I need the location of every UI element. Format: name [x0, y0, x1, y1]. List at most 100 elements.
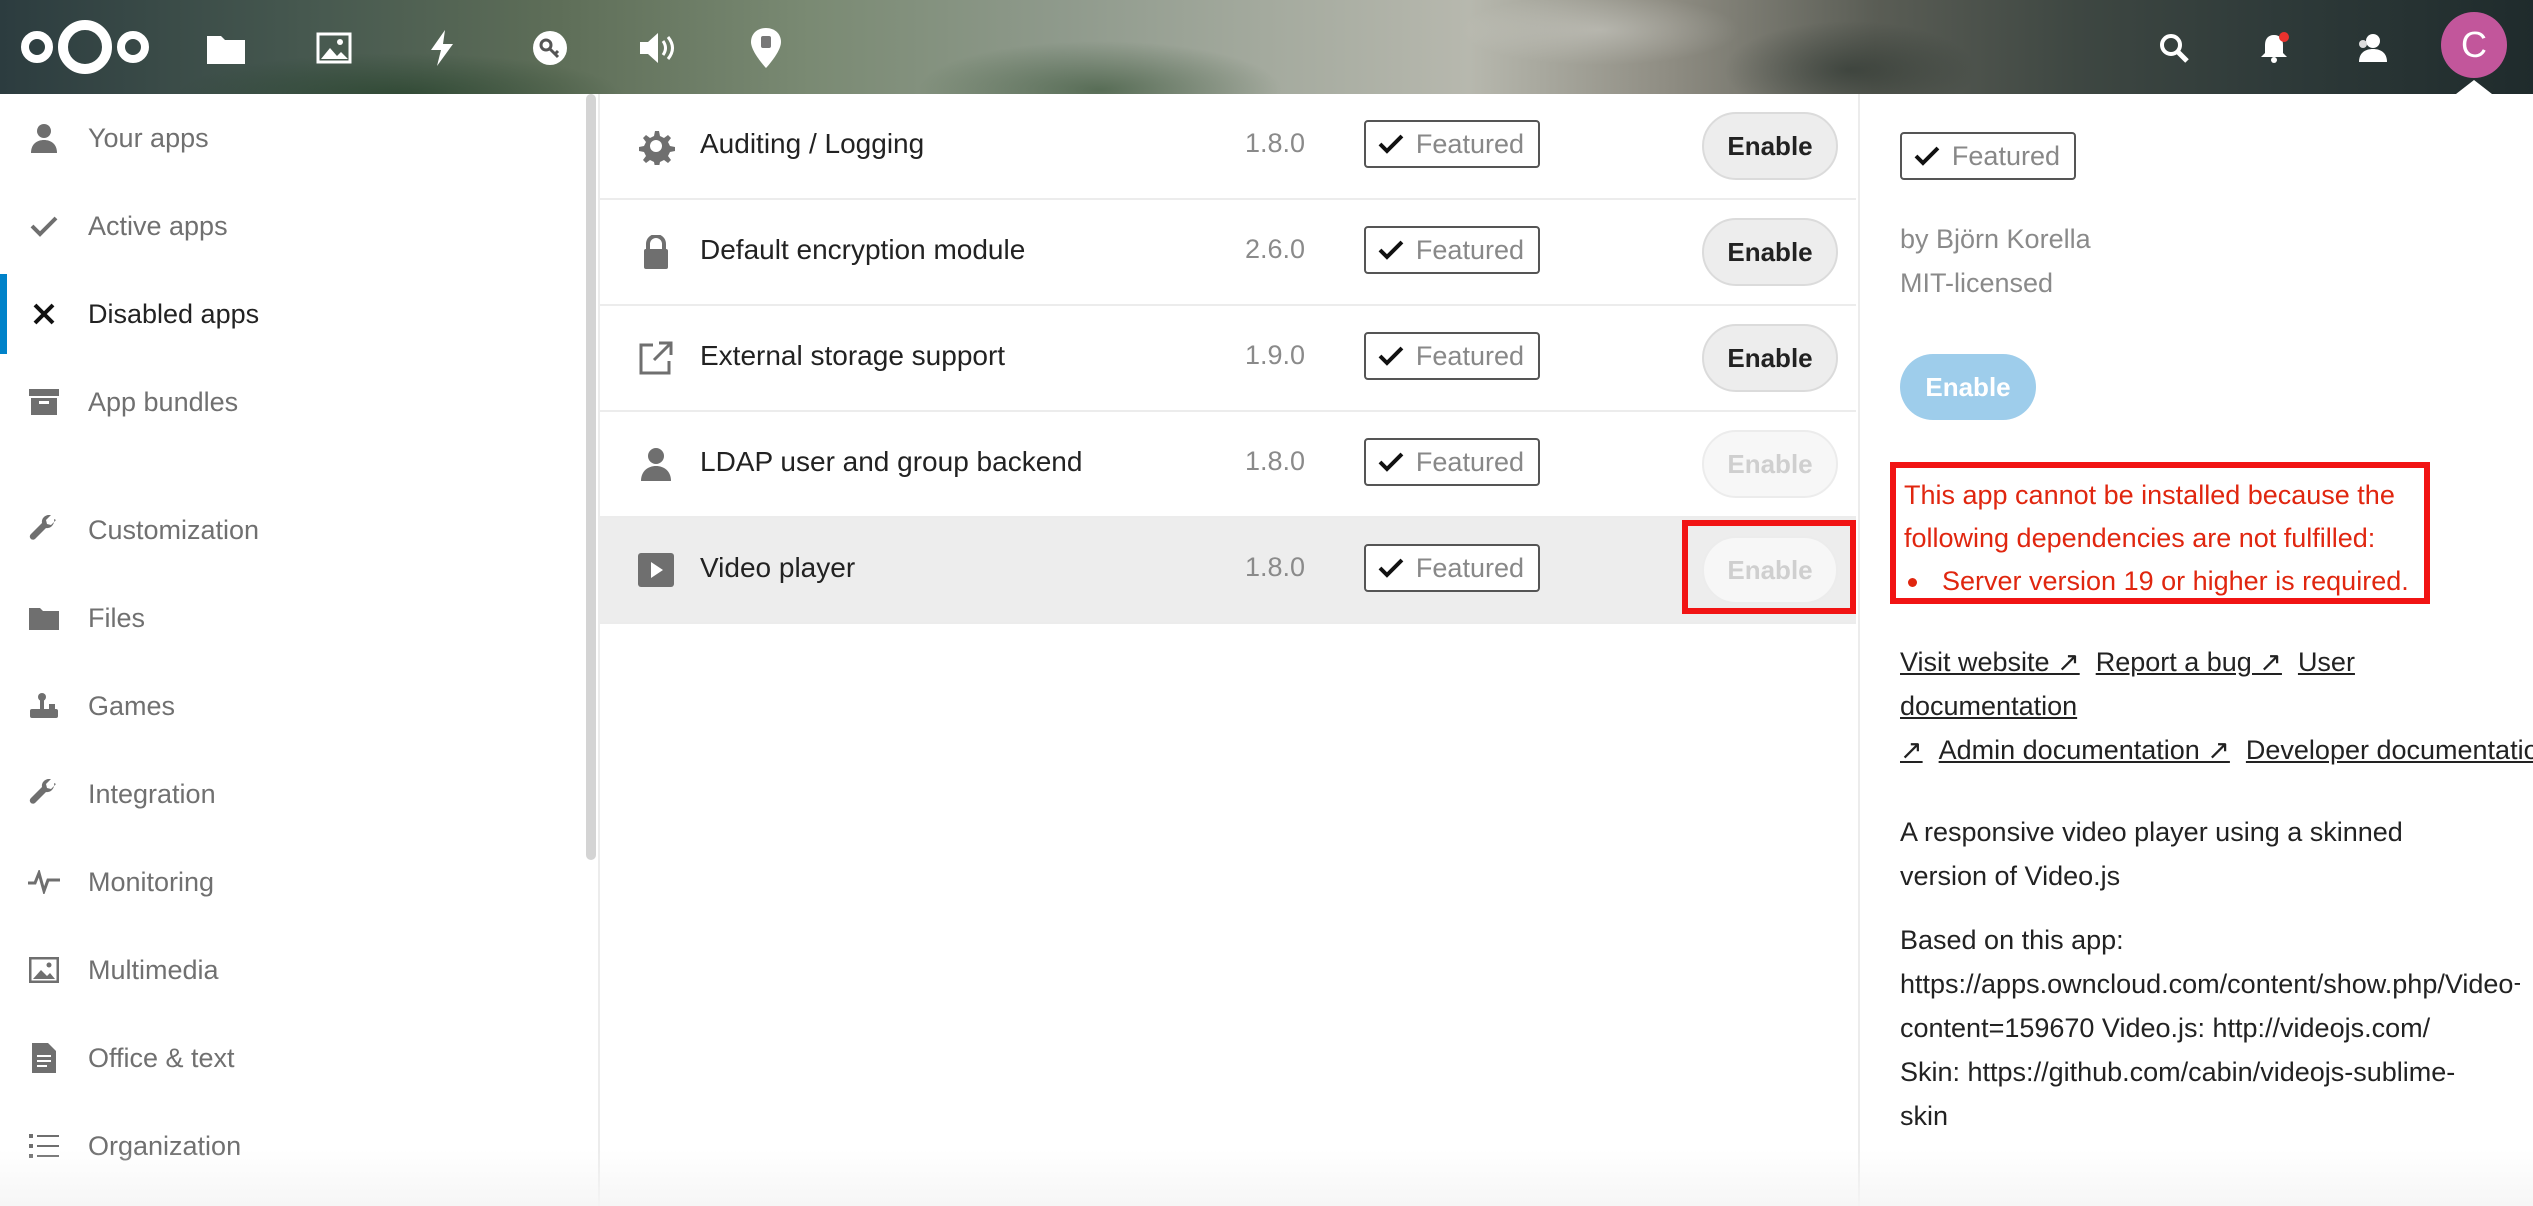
nextcloud-logo-icon[interactable] — [20, 14, 150, 80]
table-row[interactable]: Default encryption module 2.6.0 Featured… — [600, 200, 1856, 306]
badge-label: Featured — [1415, 128, 1524, 159]
photos-icon[interactable] — [304, 18, 364, 78]
sidebar-item-monitoring[interactable]: Monitoring — [0, 838, 580, 926]
visit-website-link[interactable]: Visit website ↗ — [1900, 647, 2080, 677]
badge-label: Featured — [1951, 140, 2060, 171]
sidebar-item-your-apps[interactable]: Your apps — [0, 94, 580, 182]
lock-icon — [636, 232, 676, 272]
table-row[interactable]: Auditing / Logging 1.8.0 Featured Enable — [600, 94, 1856, 200]
enable-button[interactable]: Enable — [1900, 354, 2036, 420]
checkmark-icon — [1378, 240, 1404, 260]
sidebar-item-label: Disabled apps — [88, 298, 260, 329]
sidebar-item-label: Games — [88, 690, 176, 721]
app-based-on: Based on this app: https://apps.owncloud… — [1900, 925, 2520, 1131]
sidebar-item-integration[interactable]: Integration — [0, 750, 580, 838]
app-version: 1.8.0 — [1245, 128, 1306, 158]
sidebar-item-office-text[interactable]: Office & text — [0, 1014, 580, 1102]
app-version: 2.6.0 — [1245, 234, 1306, 264]
sidebar-item-customization[interactable]: Customization — [0, 486, 580, 574]
list-icon — [26, 1128, 62, 1164]
app-name: Default encryption module — [700, 234, 1026, 265]
enable-button[interactable]: Enable — [1702, 430, 1838, 498]
checkmark-icon — [1378, 346, 1404, 366]
checkmark-icon — [1914, 146, 1940, 166]
top-header: C — [0, 0, 2533, 94]
dependency-error: This app cannot be installed because the… — [1890, 462, 2430, 604]
sidebar-item-label: Active apps — [88, 210, 228, 241]
maps-icon[interactable] — [736, 18, 796, 78]
files-icon[interactable] — [196, 18, 256, 78]
app-name: LDAP user and group backend — [700, 446, 1083, 477]
wrench-icon — [26, 776, 62, 812]
notifications-icon[interactable] — [2244, 18, 2304, 78]
activity-icon[interactable] — [412, 18, 472, 78]
archive-icon — [26, 384, 62, 420]
dependency-message-line2: following dependencies are not fulfilled… — [1904, 523, 2376, 553]
search-icon[interactable] — [2144, 18, 2204, 78]
developer-documentation-link[interactable]: Developer documentation ↗ — [2246, 735, 2533, 765]
app-author: by Björn Korella — [1900, 224, 2091, 254]
sidebar-item-label: Your apps — [88, 122, 209, 153]
contacts-icon[interactable] — [2342, 18, 2402, 78]
badge-label: Featured — [1415, 234, 1524, 265]
table-row[interactable]: LDAP user and group backend 1.8.0 Featur… — [600, 412, 1856, 518]
badge-label: Featured — [1415, 340, 1524, 371]
featured-badge: Featured — [1364, 544, 1540, 592]
avatar-letter: C — [2461, 24, 2487, 65]
enable-button[interactable]: Enable — [1702, 324, 1838, 392]
joystick-icon — [26, 688, 62, 724]
menu-caret — [2456, 80, 2492, 94]
checkmark-icon — [1378, 558, 1404, 578]
featured-badge: Featured — [1364, 332, 1540, 380]
sidebar-item-label: Files — [88, 602, 146, 633]
user-avatar[interactable]: C — [2441, 12, 2507, 78]
app-license: MIT-licensed — [1900, 268, 2054, 298]
gear-icon — [636, 126, 676, 166]
table-row-selected[interactable]: Video player 1.8.0 Featured Enable — [600, 518, 1856, 624]
sidebar-item-organization[interactable]: Organization — [0, 1102, 580, 1190]
table-row[interactable]: External storage support 1.9.0 Featured … — [600, 306, 1856, 412]
sidebar-item-label: Monitoring — [88, 866, 215, 897]
enable-button[interactable]: Enable — [1702, 112, 1838, 180]
sidebar-item-multimedia[interactable]: Multimedia — [0, 926, 580, 1014]
sidebar-item-active-apps[interactable]: Active apps — [0, 182, 580, 270]
app-name: Auditing / Logging — [700, 128, 925, 159]
sidebar-scrollbar[interactable] — [586, 94, 596, 860]
sidebar-item-label: Office & text — [88, 1042, 235, 1073]
app-name: Video player — [700, 552, 856, 583]
app-detail-panel: Featured by Björn Korella MIT-licensed E… — [1858, 94, 2533, 1206]
apps-list: Auditing / Logging 1.8.0 Featured Enable… — [600, 94, 1856, 1206]
close-icon — [26, 296, 62, 332]
report-bug-link[interactable]: Report a bug ↗ — [2096, 647, 2282, 677]
app-name: External storage support — [700, 340, 1006, 371]
featured-badge: Featured — [1364, 438, 1540, 486]
dependency-message-line1: This app cannot be installed because the — [1904, 480, 2395, 510]
checkmark-icon — [1378, 452, 1404, 472]
passwords-icon[interactable] — [520, 18, 580, 78]
sidebar-item-label: Customization — [88, 514, 260, 545]
wrench-icon — [26, 512, 62, 548]
pulse-icon — [26, 864, 62, 900]
badge-label: Featured — [1415, 552, 1524, 583]
featured-badge: Featured — [1364, 226, 1540, 274]
folder-icon — [26, 600, 62, 636]
app-version: 1.8.0 — [1245, 552, 1306, 582]
featured-badge: Featured — [1900, 132, 2076, 180]
app-categories-sidebar: Your apps Active apps Disabled apps App … — [0, 94, 600, 1206]
audio-player-icon[interactable] — [628, 18, 688, 78]
dependency-item: Server version 19 or higher is required. — [1904, 560, 2416, 603]
admin-documentation-link[interactable]: Admin documentation ↗ — [1939, 735, 2230, 765]
sidebar-item-disabled-apps[interactable]: Disabled apps — [0, 270, 580, 358]
sidebar-item-games[interactable]: Games — [0, 662, 580, 750]
external-link-icon — [636, 338, 676, 378]
badge-label: Featured — [1415, 446, 1524, 477]
user-icon — [636, 444, 676, 484]
play-icon — [636, 550, 676, 590]
app-version: 1.8.0 — [1245, 446, 1306, 476]
app-version: 1.9.0 — [1245, 340, 1306, 370]
sidebar-item-files[interactable]: Files — [0, 574, 580, 662]
sidebar-item-label: App bundles — [88, 386, 239, 417]
sidebar-item-label: Multimedia — [88, 954, 219, 985]
enable-button[interactable]: Enable — [1702, 218, 1838, 286]
sidebar-item-app-bundles[interactable]: App bundles — [0, 358, 580, 446]
